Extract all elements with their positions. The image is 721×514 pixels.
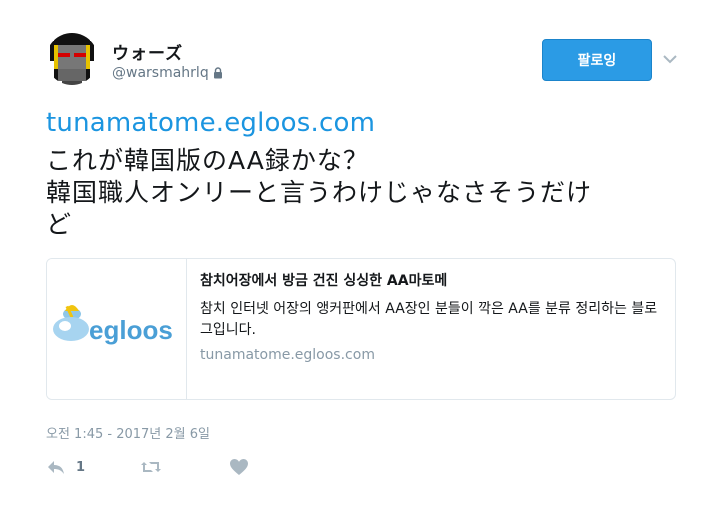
display-name[interactable]: ウォーズ — [112, 39, 183, 64]
tweet-text: これが韓国版のAA録かな？ 韓国職人オンリーと言うわけじゃなさそうだけ ど — [46, 145, 686, 241]
retweet-button[interactable] — [139, 459, 163, 475]
tweet-link[interactable]: tunamatome.egloos.com — [46, 108, 375, 138]
card-image: egloos — [47, 259, 187, 399]
card-description: 참치 인터넷 어장의 앵커판에서 AA장인 분들이 깍은 AA를 분류 정리하는… — [200, 301, 658, 338]
reply-icon — [48, 461, 64, 474]
chevron-down-icon[interactable] — [661, 50, 679, 68]
card-domain: tunamatome.egloos.com — [200, 347, 375, 363]
heart-icon — [230, 459, 249, 475]
logo-text: egloos — [89, 315, 173, 345]
card-body: 참치어장에서 방금 건진 싱싱한 AA마토메 참치 인터넷 어장의 앵커판에서 … — [187, 259, 675, 399]
tweet-line: 韓国職人オンリーと言うわけじゃなさそうだけ — [46, 178, 593, 207]
avatar[interactable] — [46, 33, 98, 85]
pixel-robot-avatar-icon — [46, 33, 98, 85]
reply-count: 1 — [76, 459, 86, 475]
following-button[interactable]: 팔로잉 — [542, 39, 652, 81]
retweet-icon — [141, 462, 162, 472]
reply-button[interactable]: 1 — [46, 459, 85, 475]
tweet-timestamp[interactable]: 오전 1:45 - 2017년 2월 6일 — [46, 423, 210, 442]
card-title[interactable]: 참치어장에서 방금 건진 싱싱한 AA마토메 — [200, 270, 661, 290]
lock-icon — [213, 67, 222, 79]
egloos-logo-icon: egloos — [53, 305, 173, 345]
link-preview-card[interactable]: egloos 참치어장에서 방금 건진 싱싱한 AA마토메 참치 인터넷 어장의… — [46, 258, 676, 400]
tweet-line: ど — [46, 210, 73, 239]
tweet-actions: 1 — [46, 458, 287, 476]
user-handle[interactable]: @warsmahrlq — [112, 65, 223, 81]
tweet-line: これが韓国版のAA録かな？ — [46, 146, 369, 175]
handle-text: @warsmahrlq — [112, 65, 209, 81]
like-button[interactable] — [229, 458, 249, 476]
